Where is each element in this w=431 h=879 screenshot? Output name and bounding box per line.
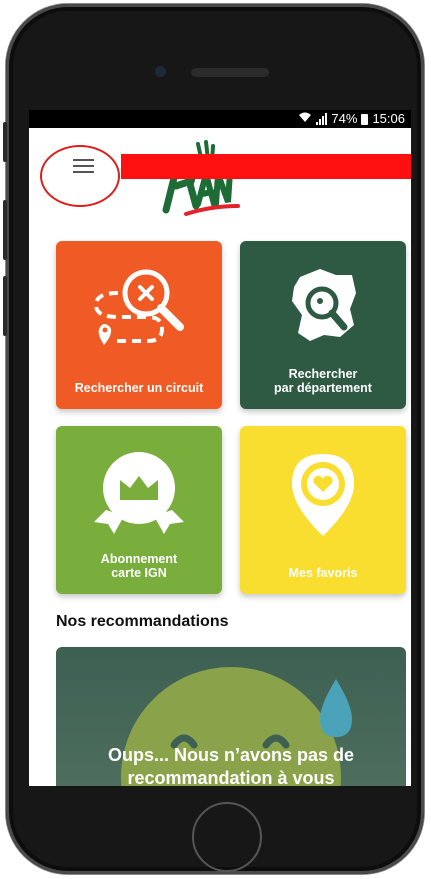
crown-badge-icon xyxy=(94,452,184,534)
tile-search-department[interactable]: Rechercher par département xyxy=(240,241,406,409)
heart-pin-icon xyxy=(292,454,354,536)
tile-label: Mes favoris xyxy=(288,566,358,580)
annotation-circle xyxy=(40,145,120,207)
clock: 15:06 xyxy=(372,111,405,126)
battery-icon xyxy=(361,113,369,125)
section-title: Nos recommandations xyxy=(56,613,229,630)
mute-switch xyxy=(3,122,7,162)
volume-down-button xyxy=(3,276,7,336)
rando-logo-icon xyxy=(162,140,240,216)
app-header xyxy=(29,128,411,224)
tile-label: Abonnement carte IGN xyxy=(100,552,178,580)
signal-icon xyxy=(316,113,328,125)
phone-frame: 74% 15:06 Rechercher un circuit Recherch… xyxy=(3,4,424,874)
tile-label: Rechercher par département xyxy=(274,367,372,395)
tile-search-circuit[interactable]: Rechercher un circuit xyxy=(56,241,222,409)
battery-percent: 74% xyxy=(331,111,358,126)
tile-ign-subscription[interactable]: Abonnement carte IGN xyxy=(56,426,222,594)
status-bar: 74% 15:06 xyxy=(29,110,411,128)
volume-up-button xyxy=(3,200,7,260)
empty-recommendations-message: Oups... Nous n’avons pas de recommandati… xyxy=(107,745,355,786)
redaction-bar xyxy=(121,154,411,179)
tile-label: Rechercher un circuit xyxy=(74,381,204,395)
search-route-icon xyxy=(93,269,184,345)
wifi-icon xyxy=(298,110,312,128)
tile-favorites[interactable]: Mes favoris xyxy=(240,426,406,594)
france-map-search-icon xyxy=(292,269,356,341)
home-button[interactable] xyxy=(192,802,262,872)
app-screen: 74% 15:06 Rechercher un circuit Recherch… xyxy=(29,110,411,786)
earpiece-speaker xyxy=(191,68,269,77)
recommendations-card: Oups... Nous n’avons pas de recommandati… xyxy=(56,647,406,786)
front-camera xyxy=(155,66,166,77)
